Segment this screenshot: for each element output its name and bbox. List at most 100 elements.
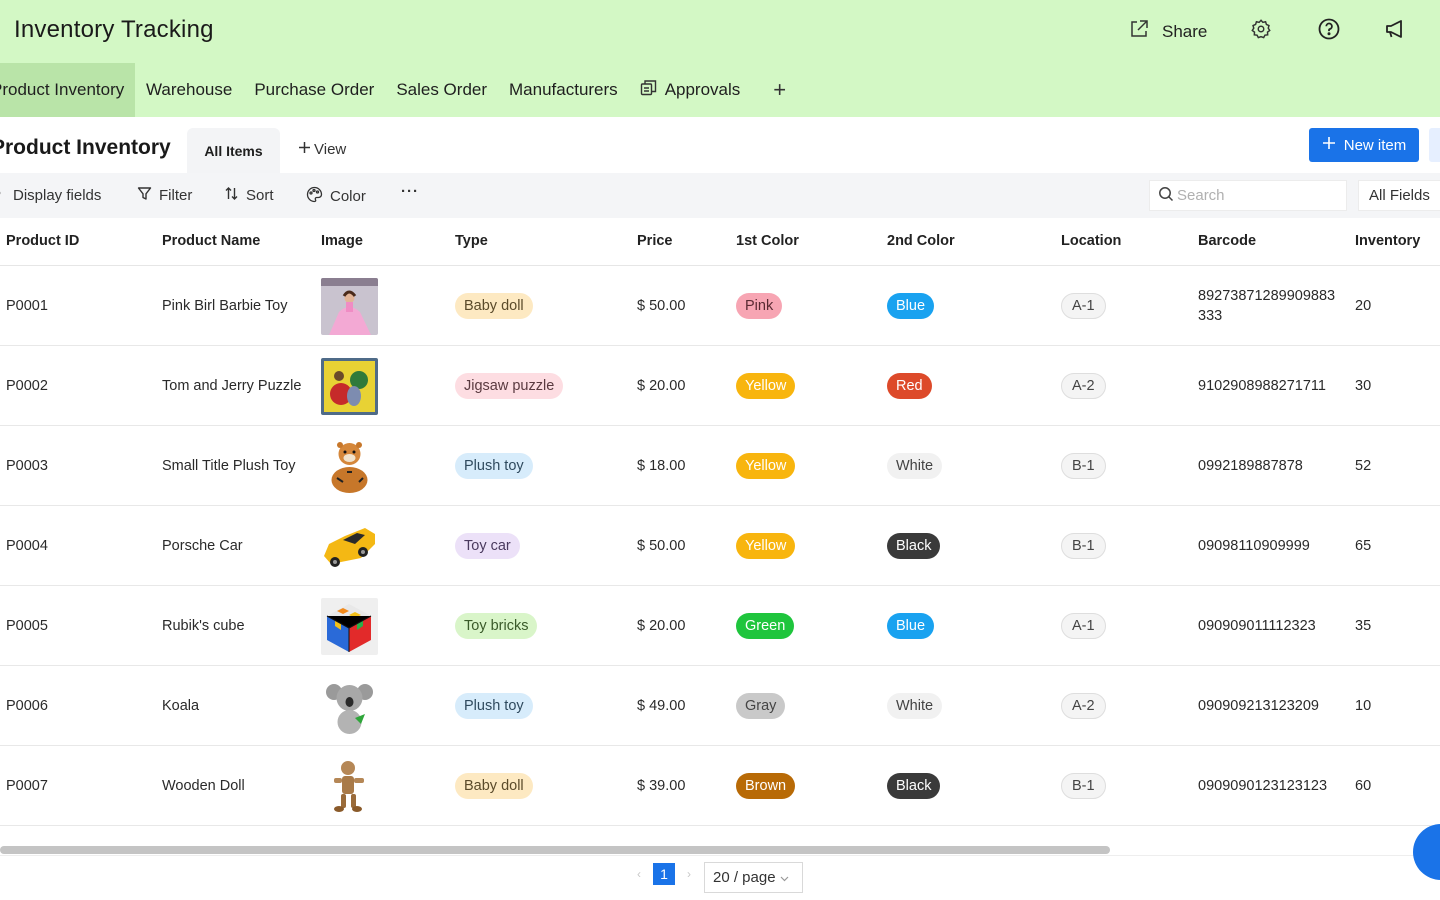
- search-scope-select[interactable]: All Fields: [1358, 180, 1440, 211]
- location-tag: A-1: [1061, 293, 1106, 319]
- location-tag: A-2: [1061, 373, 1106, 399]
- share-icon: [1128, 18, 1150, 45]
- share-button[interactable]: Share: [1128, 18, 1207, 45]
- cell-barcode: 89273871289909883333: [1198, 288, 1336, 324]
- cube-photo[interactable]: [321, 597, 378, 655]
- cell-price: $ 50.00: [637, 298, 686, 314]
- column-header-first-color[interactable]: 1st Color: [736, 233, 799, 249]
- type-tag: Baby doll: [455, 773, 533, 799]
- palette-icon: [306, 186, 323, 207]
- color-button[interactable]: Color: [306, 186, 366, 207]
- cell-barcode: 0909090123123123: [1198, 778, 1328, 794]
- car-photo[interactable]: [321, 517, 378, 575]
- table-row[interactable]: P0007 Wooden Doll Baby doll $ 39.00 Brown Bla…: [0, 746, 1440, 826]
- cell-type: Baby doll: [455, 746, 533, 826]
- cell-type: Toy bricks: [455, 586, 538, 666]
- wooden-doll-photo[interactable]: [321, 757, 378, 815]
- color-tag: Blue: [887, 293, 935, 319]
- tiger-photo[interactable]: [321, 437, 378, 495]
- search-field[interactable]: [1149, 180, 1347, 211]
- add-view-label: View: [314, 141, 347, 158]
- search-input[interactable]: [1177, 187, 1337, 204]
- column-header-inventory[interactable]: Inventory: [1355, 233, 1420, 249]
- prev-page-icon[interactable]: ‹: [633, 867, 645, 881]
- horizontal-scrollbar[interactable]: [0, 846, 1110, 854]
- table-row[interactable]: P0003 Small Title Plush Toy Plush toy $ 18.…: [0, 426, 1440, 506]
- column-header-type[interactable]: Type: [455, 233, 488, 249]
- doll-photo[interactable]: [321, 277, 378, 335]
- display-fields-label: Display fields: [13, 186, 102, 204]
- cell-product-name: Koala: [162, 698, 200, 714]
- column-header-barcode[interactable]: Barcode: [1198, 233, 1256, 249]
- column-header-second-color[interactable]: 2nd Color: [887, 233, 955, 249]
- koala-photo[interactable]: [321, 677, 378, 735]
- cell-type: Plush toy: [455, 426, 533, 506]
- type-tag: Plush toy: [455, 453, 533, 479]
- table-row[interactable]: P0005 Rubik's cube Toy bricks $ 20.00 Green B…: [0, 586, 1440, 666]
- tab-warehouse[interactable]: Warehouse: [135, 63, 243, 117]
- announcements-button[interactable]: [1380, 16, 1410, 46]
- cell-barcode: 0992189887878: [1198, 458, 1303, 474]
- color-tag: Blue: [887, 613, 935, 639]
- cell-product-name: Small Title Plush Toy: [162, 458, 296, 474]
- cell-type: Baby doll: [455, 266, 533, 346]
- tab-manufacturers[interactable]: Manufacturers: [498, 63, 629, 117]
- tab-sales-order[interactable]: Sales Order: [385, 63, 498, 117]
- display-fields-button[interactable]: Display fields: [0, 186, 101, 204]
- color-tag: Green: [736, 613, 795, 639]
- chat-support-button[interactable]: [1413, 824, 1440, 880]
- page-size-select[interactable]: 20 / page: [704, 862, 803, 893]
- color-tag: Yellow: [736, 453, 796, 479]
- new-item-button[interactable]: New item: [1309, 128, 1419, 162]
- settings-button[interactable]: [1246, 16, 1276, 46]
- help-button[interactable]: [1314, 16, 1344, 46]
- table-header: Product ID Product Name Image Type Price…: [0, 218, 1440, 266]
- next-page-icon[interactable]: ›: [683, 867, 695, 881]
- sort-button[interactable]: Sort: [224, 186, 274, 205]
- table-row[interactable]: P0002 Tom and Jerry Puzzle Jigsaw puzzle $ …: [0, 346, 1440, 426]
- color-tag: Red: [887, 373, 932, 399]
- cell-first-color: Pink: [736, 266, 783, 346]
- tab-approvals[interactable]: Approvals: [629, 63, 752, 117]
- column-header-location[interactable]: Location: [1061, 233, 1121, 249]
- cell-location: B-1: [1061, 426, 1106, 506]
- cell-image: [321, 666, 378, 746]
- cell-product-id: P0007: [6, 778, 48, 794]
- more-actions-button[interactable]: [1429, 128, 1440, 162]
- column-header-product-name[interactable]: Product Name: [162, 233, 260, 249]
- add-view-button[interactable]: View: [298, 141, 346, 158]
- cell-price: $ 20.00: [637, 378, 686, 394]
- puzzle-photo[interactable]: [321, 357, 378, 415]
- tab-product-inventory[interactable]: Product Inventory: [0, 63, 135, 117]
- cell-price: $ 20.00: [637, 618, 686, 634]
- cell-second-color: White: [887, 426, 943, 506]
- eye-icon: [0, 186, 6, 204]
- column-header-price[interactable]: Price: [637, 233, 672, 249]
- column-header-product-id[interactable]: Product ID: [6, 233, 79, 249]
- module-tabs: Product Inventory Warehouse Purchase Ord…: [0, 63, 806, 117]
- cell-location: B-1: [1061, 506, 1106, 586]
- location-tag: B-1: [1061, 773, 1106, 799]
- table-row[interactable]: P0006 Koala Plush toy $ 49.00 Gray White A-2 09…: [0, 666, 1440, 746]
- sort-icon: [224, 186, 239, 205]
- page-number-current[interactable]: 1: [653, 863, 675, 885]
- add-tab-button[interactable]: +: [751, 63, 806, 117]
- gear-icon: [1250, 18, 1272, 45]
- filter-icon: [137, 186, 152, 205]
- color-tag: Yellow: [736, 533, 796, 559]
- filter-button[interactable]: Filter: [137, 186, 192, 205]
- tab-label: Manufacturers: [509, 80, 618, 99]
- view-tab-all-items[interactable]: All Items: [187, 128, 280, 173]
- copy-icon: [640, 79, 657, 101]
- tab-purchase-order[interactable]: Purchase Order: [243, 63, 385, 117]
- table-row[interactable]: P0001 Pink Birl Barbie Toy Baby doll $ 50.0…: [0, 266, 1440, 346]
- more-options-button[interactable]: ···: [401, 183, 419, 200]
- column-header-image[interactable]: Image: [321, 233, 363, 249]
- cell-product-name: Porsche Car: [162, 538, 243, 554]
- app-title: Inventory Tracking: [14, 16, 214, 43]
- table-row[interactable]: P0004 Porsche Car Toy car $ 50.00 Yellow Blac…: [0, 506, 1440, 586]
- color-tag: Pink: [736, 293, 783, 319]
- cell-second-color: Red: [887, 346, 932, 426]
- type-tag: Toy car: [455, 533, 520, 559]
- cell-type: Toy car: [455, 506, 520, 586]
